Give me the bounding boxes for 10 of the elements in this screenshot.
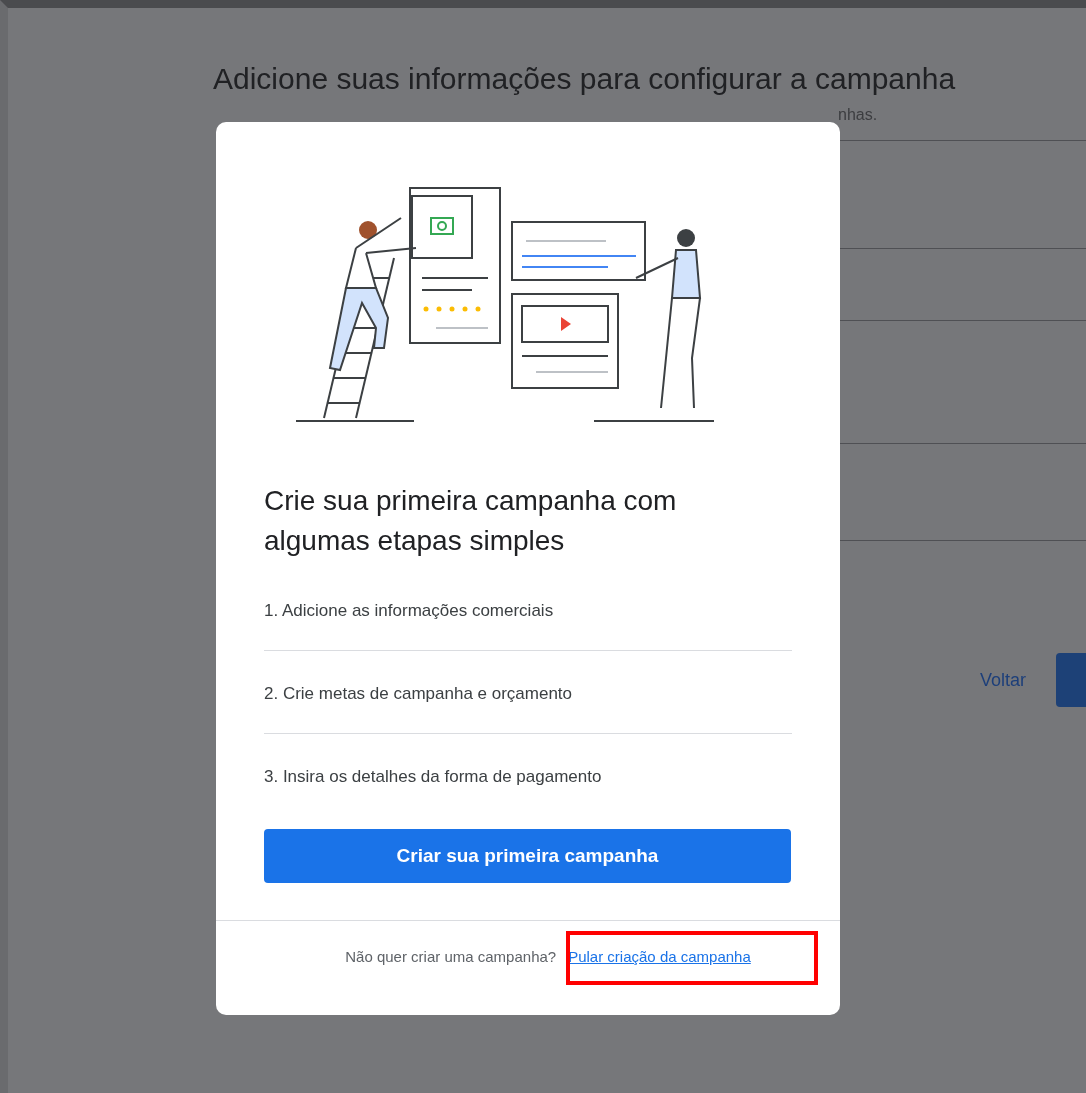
back-link[interactable]: Voltar <box>979 669 1026 691</box>
page-subtitle: nhas. <box>838 106 878 124</box>
footer-text: Não quer criar uma campanha? <box>345 948 557 965</box>
dialog-heading: Crie sua primeira campanha com algumas etapas simples <box>264 484 678 558</box>
step-text: 1. Adicione as informações comerciais <box>264 601 555 622</box>
page-title: Adicione suas informações para configurar a campanha <box>213 62 957 96</box>
next-button[interactable] <box>1056 653 1086 707</box>
step-text: 3. Insira os detalhes da forma de pagamento <box>264 767 603 788</box>
step-text: 2. Crie metas de campanha e orçamento <box>264 684 574 705</box>
create-campaign-button[interactable]: Criar sua primeira campanha <box>264 829 791 883</box>
